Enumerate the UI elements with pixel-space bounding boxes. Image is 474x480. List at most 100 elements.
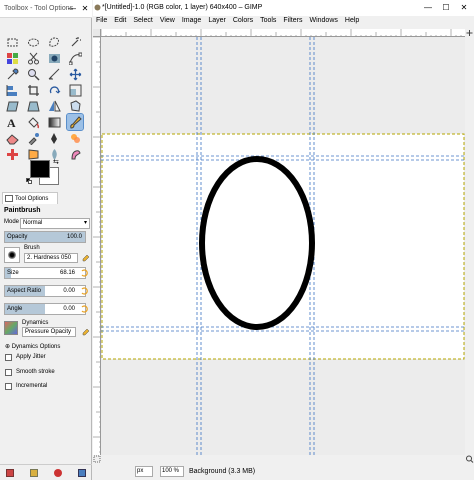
dynamics-name-field: Pressure Opacity <box>22 327 76 337</box>
select-by-color-tool[interactable] <box>4 50 20 66</box>
shear-tool[interactable] <box>4 98 20 114</box>
size-slider[interactable]: Size 68.16 <box>4 267 86 279</box>
heal-tool[interactable] <box>4 146 20 162</box>
measure-tool[interactable] <box>46 66 62 82</box>
eraser-tool[interactable] <box>4 130 20 146</box>
dynamics-label: Dynamics <box>22 320 49 326</box>
shear-icon <box>5 101 19 111</box>
rect-select-tool[interactable] <box>4 34 20 50</box>
toolbox-minimize-button[interactable]: — <box>66 3 78 15</box>
mode-value: Normal <box>23 220 43 226</box>
menu-windows[interactable]: Windows <box>309 17 337 28</box>
menu-file[interactable]: File <box>96 17 107 28</box>
scissors-select-tool[interactable] <box>25 50 41 66</box>
restore-preset-icon[interactable] <box>30 469 38 477</box>
aspect-ratio-slider[interactable]: Aspect Ratio 0.00 <box>4 285 86 297</box>
brush-label: Brush <box>24 245 40 251</box>
smooth-stroke-checkbox[interactable]: Smooth stroke <box>5 368 89 378</box>
align-tool[interactable] <box>4 82 20 98</box>
crop-tool[interactable] <box>25 82 41 98</box>
foreground-select-tool[interactable] <box>46 50 62 66</box>
blend-tool[interactable] <box>46 114 62 130</box>
reset-options-icon[interactable] <box>78 469 86 477</box>
menu-filters[interactable]: Filters <box>283 17 302 28</box>
rotate-tool[interactable] <box>46 82 62 98</box>
incremental-label: Incremental <box>16 383 48 389</box>
vertical-ruler[interactable] <box>93 37 101 455</box>
dynamics-preview[interactable] <box>4 321 18 335</box>
scissors-select-icon <box>27 52 39 64</box>
perspective-tool[interactable] <box>25 98 41 114</box>
text-tool[interactable]: A <box>4 114 20 130</box>
delete-preset-icon[interactable] <box>54 469 62 477</box>
close-button[interactable]: ✕ <box>457 2 471 14</box>
airbrush-tool[interactable] <box>25 130 41 146</box>
paintbrush-tool[interactable] <box>66 113 84 131</box>
cage-icon <box>69 99 81 112</box>
tool-options-title: Paintbrush <box>4 207 41 214</box>
incremental-checkbox[interactable]: Incremental <box>5 382 89 392</box>
menu-select[interactable]: Select <box>133 17 152 28</box>
cage-tool[interactable] <box>67 98 83 114</box>
horizontal-scrollbar[interactable] <box>101 455 465 462</box>
perspective-clone-icon <box>28 148 38 160</box>
zoom-tool[interactable] <box>25 66 41 82</box>
vertical-scrollbar[interactable] <box>465 37 474 455</box>
clone-tool[interactable] <box>67 130 83 146</box>
swap-colors-icon[interactable]: ⇆ <box>53 158 59 166</box>
brush-preview[interactable] <box>4 247 20 263</box>
quick-mask-toggle[interactable] <box>93 455 101 463</box>
horizontal-ruler[interactable] <box>101 29 465 37</box>
menu-edit[interactable]: Edit <box>114 17 126 28</box>
apply-jitter-checkbox[interactable]: Apply Jitter <box>5 353 89 363</box>
aspect-reset-icon[interactable] <box>80 287 88 295</box>
zoom-select[interactable]: 100 % <box>160 466 184 477</box>
maximize-button[interactable]: ☐ <box>439 2 453 14</box>
save-preset-icon[interactable] <box>6 469 14 477</box>
color-picker-tool[interactable] <box>4 66 20 82</box>
fuzzy-select-tool[interactable] <box>67 34 83 50</box>
eraser-icon <box>5 133 19 144</box>
image-window: *[Untitled]-1.0 (RGB color, 1 layer) 640… <box>93 0 474 480</box>
svg-text:A: A <box>7 116 16 129</box>
flip-tool[interactable] <box>46 98 62 114</box>
foreground-color-swatch[interactable] <box>30 160 50 178</box>
angle-reset-icon[interactable] <box>80 305 88 313</box>
menu-tools[interactable]: Tools <box>260 17 276 28</box>
size-reset-icon[interactable] <box>80 269 88 277</box>
minimize-button[interactable]: — <box>421 2 435 14</box>
navigate-icon[interactable] <box>465 29 474 37</box>
move-tool[interactable] <box>67 66 83 82</box>
reset-colors-icon[interactable] <box>26 178 32 184</box>
zoom-fit-icon[interactable] <box>465 455 474 463</box>
menu-view[interactable]: View <box>160 17 175 28</box>
edit-brush-icon[interactable] <box>82 254 90 262</box>
clone-icon <box>70 133 80 143</box>
smudge-tool[interactable] <box>67 146 83 162</box>
ellipse-select-tool[interactable] <box>25 34 41 50</box>
canvas-area[interactable] <box>101 37 465 455</box>
menu-image[interactable]: Image <box>182 17 201 28</box>
angle-value: 0.00 <box>63 306 75 312</box>
mode-select[interactable]: Normal ▾ <box>20 218 90 229</box>
rect-select-icon <box>7 38 17 46</box>
dynamics-row: Dynamics Pressure Opacity <box>4 319 90 339</box>
ink-tool[interactable] <box>46 130 62 146</box>
scale-tool[interactable] <box>67 82 83 98</box>
opacity-slider[interactable]: Opacity 100.0 <box>4 231 86 243</box>
smooth-stroke-label: Smooth stroke <box>16 369 55 375</box>
menu-colors[interactable]: Colors <box>233 17 253 28</box>
edit-dynamics-icon[interactable] <box>82 328 90 336</box>
menu-help[interactable]: Help <box>345 17 359 28</box>
menu-layer[interactable]: Layer <box>208 17 226 28</box>
toolbox-close-button[interactable]: ✕ <box>79 3 91 15</box>
unit-select[interactable]: px <box>135 466 153 477</box>
angle-slider[interactable]: Angle 0.00 <box>4 303 86 315</box>
dynamics-options-expander[interactable]: ⊕ Dynamics Options <box>5 343 60 350</box>
ruler-corner[interactable] <box>93 29 101 37</box>
paths-tool[interactable] <box>67 50 83 66</box>
perspective-icon <box>26 101 40 111</box>
image-window-titlebar: *[Untitled]-1.0 (RGB color, 1 layer) 640… <box>93 0 474 16</box>
bucket-fill-tool[interactable] <box>25 114 41 130</box>
free-select-tool[interactable] <box>46 34 62 50</box>
